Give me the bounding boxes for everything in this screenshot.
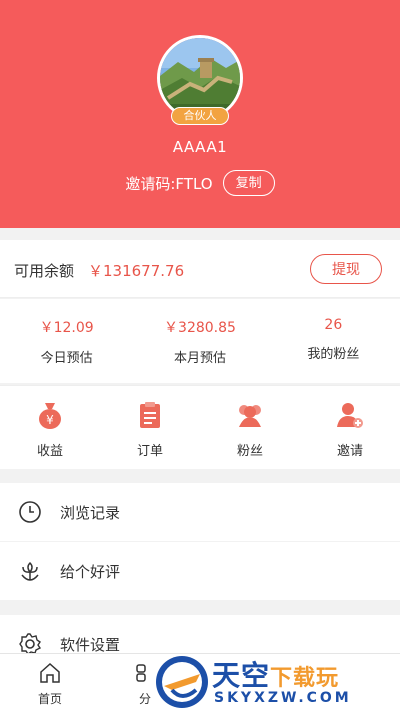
watermark-title: 天空下载玩 (212, 654, 339, 694)
stat-value: ￥3280.85 (164, 320, 236, 336)
clock-icon (19, 501, 41, 523)
profile-header: 合伙人 AAAA1 邀请码:FTLO 复制 (0, 0, 400, 228)
watermark-logo-icon (156, 656, 208, 708)
withdraw-button[interactable]: 提现 (310, 254, 382, 284)
shortcut-label: 邀请 (336, 444, 363, 459)
partner-badge: 合伙人 (171, 107, 229, 125)
invite-user-icon (337, 403, 363, 428)
stat-label: 本月预估 (173, 351, 226, 366)
menu-item-label: 软件设置 (60, 636, 121, 654)
stat-value: 26 (324, 317, 343, 333)
menu-item-label: 给个好评 (60, 563, 121, 581)
invite-code: 邀请码:FTLO (125, 174, 213, 193)
tab-label: 首页 (37, 692, 62, 706)
menu-item-label: 浏览记录 (60, 504, 121, 522)
svg-text:¥: ¥ (46, 413, 54, 427)
watermark-title-main: 天空 (212, 659, 271, 692)
fans-icon (239, 405, 261, 427)
avatar-image (160, 38, 240, 118)
money-bag-icon: ¥ (39, 403, 61, 429)
stat-label: 今日预估 (40, 351, 93, 366)
shortcut-label: 收益 (36, 444, 63, 459)
watermark-title-accent: 下载玩 (270, 666, 340, 691)
home-icon (40, 662, 60, 683)
copy-button[interactable]: 复制 (222, 170, 275, 196)
stat-fans[interactable]: 26 我的粉丝 (267, 299, 400, 383)
menu-item-rate[interactable]: 给个好评 (0, 542, 400, 600)
stat-month[interactable]: ￥3280.85 本月预估 (133, 299, 266, 383)
shortcut-label: 粉丝 (236, 444, 263, 459)
shortcut-label: 订单 (136, 444, 163, 459)
tab-home[interactable]: 首页 (20, 662, 80, 707)
watermark-domain: SKYXZW.COM (214, 690, 352, 706)
balance-card: 可用余额 ￥131677.76 提现 (0, 240, 400, 298)
menu-item-history[interactable]: 浏览记录 (0, 483, 400, 541)
site-watermark: 天空下载玩 SKYXZW.COM (150, 650, 400, 711)
shortcut-orders[interactable]: 订单 (100, 386, 200, 469)
flower-icon (21, 561, 39, 581)
username: AAAA1 (172, 138, 228, 156)
avatar-container[interactable]: 合伙人 (157, 35, 243, 125)
earnings-stats: ￥12.09 今日预估 ￥3280.85 本月预估 26 我的粉丝 (0, 299, 400, 383)
shortcut-earnings[interactable]: ¥ 收益 (0, 386, 100, 469)
clipboard-icon (140, 402, 160, 428)
invite-row: 邀请码:FTLO 复制 (0, 170, 400, 196)
balance-value: ￥131677.76 (88, 262, 185, 280)
shortcut-grid: ¥ 收益 订单 粉丝 邀请 (0, 385, 400, 469)
stat-value: ￥12.09 (39, 320, 94, 336)
balance-label: 可用余额 (14, 262, 75, 280)
shortcut-fans[interactable]: 粉丝 (200, 386, 300, 469)
stat-today[interactable]: ￥12.09 今日预估 (0, 299, 133, 383)
shortcut-invite[interactable]: 邀请 (300, 386, 400, 469)
stat-label: 我的粉丝 (307, 347, 360, 362)
